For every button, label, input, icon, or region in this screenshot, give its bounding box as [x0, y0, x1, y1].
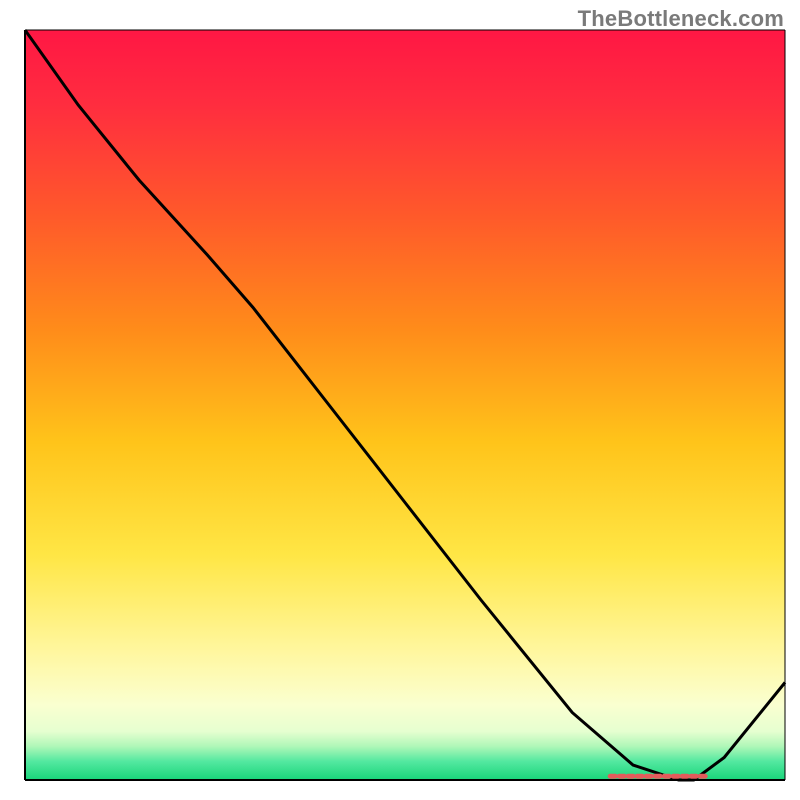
- plot-background-gradient: [25, 30, 785, 780]
- chart-root: TheBottleneck.com: [0, 0, 800, 800]
- chart-svg: [0, 0, 800, 800]
